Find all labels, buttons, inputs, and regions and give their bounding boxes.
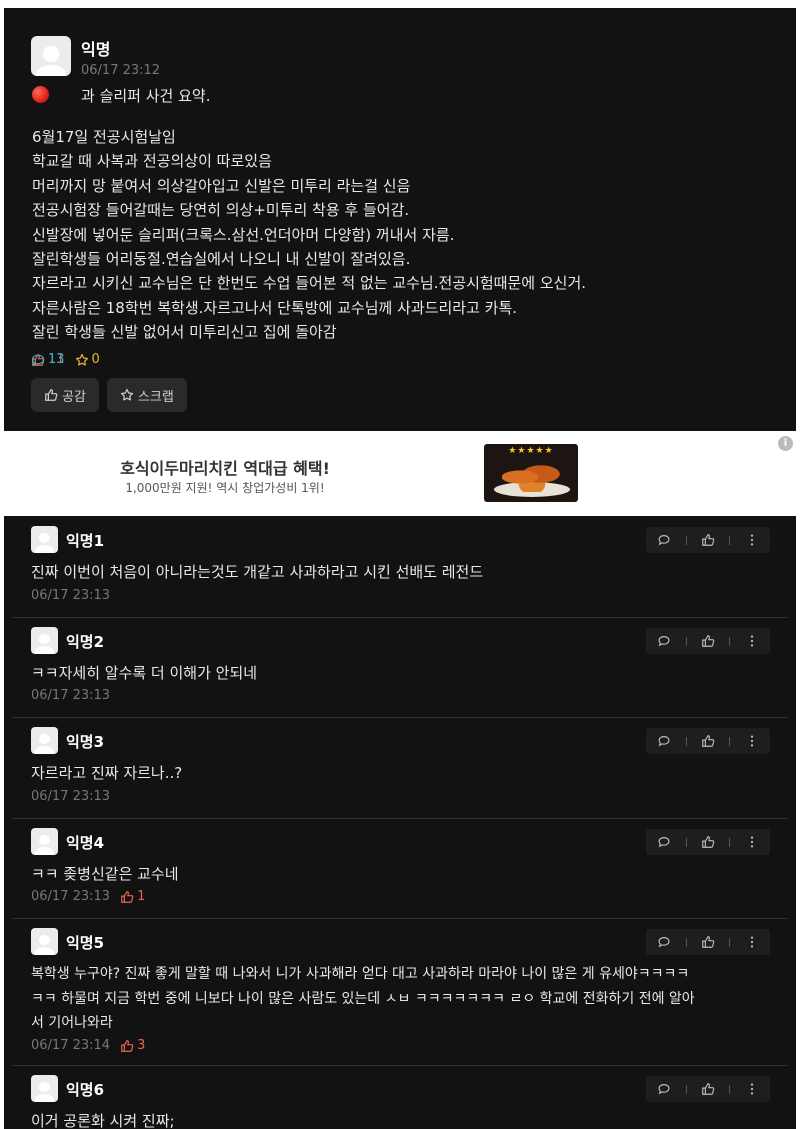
post-card: 익명 06/17 23:12 과 슬리퍼 사건 요약. 6월17일 전공시험날임…	[4, 8, 796, 431]
reply-icon[interactable]	[657, 1082, 671, 1096]
comment-count-value: 13	[48, 352, 65, 367]
speech-bubble-icon	[31, 354, 45, 366]
comment-author: 익명1	[66, 532, 105, 550]
ad-rating-stars: ★★★★★	[508, 446, 554, 456]
comment-timestamp: 06/17 23:13	[31, 688, 111, 703]
comment-timestamp: 06/17 23:13	[31, 789, 111, 804]
comment-text: 이거 공론화 시켜 진짜;	[31, 1112, 175, 1129]
comment-action-bar	[646, 1076, 770, 1102]
comment-text: ㅋㅋ 좆병신같은 교수네	[31, 865, 179, 883]
comment-like-count: 1	[120, 889, 145, 904]
thumbs-up-icon[interactable]	[701, 935, 715, 949]
comment-timestamp: 06/17 23:14	[31, 1038, 111, 1053]
more-options-icon[interactable]	[745, 935, 759, 949]
more-options-icon[interactable]	[745, 734, 759, 748]
ad-banner[interactable]: 호식이두마리치킨 역대급 혜택! 1,000만원 지원! 역시 창업가성비 1위…	[4, 431, 796, 516]
more-options-icon[interactable]	[745, 634, 759, 648]
post-body-line: 자르라고 시키신 교수님은 단 한번도 수업 들어본 적 없는 교수님.전공시험…	[32, 274, 587, 293]
comment-action-bar	[646, 527, 770, 553]
reply-icon[interactable]	[657, 734, 671, 748]
comment-action-bar	[646, 929, 770, 955]
post-author-avatar[interactable]	[31, 36, 71, 76]
comment-meta: 06/17 23:13 1	[31, 889, 145, 904]
post-body-line: 학교갈 때 사복과 전공의상이 따로있음	[32, 152, 272, 171]
reply-icon[interactable]	[657, 533, 671, 547]
post-body-line: 신발장에 넣어둔 슬리퍼(크록스.삼선.언더아머 다양함) 꺼내서 자름.	[32, 225, 455, 244]
post-actions: 공감 스크랩	[31, 378, 187, 412]
thumbs-up-icon[interactable]	[701, 533, 715, 547]
reply-icon[interactable]	[657, 935, 671, 949]
thumbs-up-icon	[121, 890, 134, 903]
comment-author: 익명5	[66, 934, 105, 952]
comment-text: 복학생 누구야? 진짜 좋게 말할 때 나와서 니가 사과해라 얻다 대고 사과…	[31, 966, 695, 1031]
comment-action-bar	[646, 728, 770, 754]
ad-chicken-image[interactable]: ★★★★★	[484, 444, 578, 502]
comment-avatar[interactable]	[31, 828, 58, 855]
thumbs-up-icon[interactable]	[701, 1082, 715, 1096]
more-options-icon[interactable]	[745, 533, 759, 547]
comment-avatar[interactable]	[31, 627, 58, 654]
comment-item: 익명6 이거 공론화 시켜 진짜;	[4, 1065, 796, 1129]
comment-like-count: 3	[120, 1038, 145, 1053]
comment-meta: 06/17 23:14 3	[31, 1038, 145, 1053]
thumbs-up-icon[interactable]	[701, 835, 715, 849]
post-body-line: 자른사람은 18학번 복학생.자르고나서 단톡방에 교수님께 사과드리라고 카톡…	[32, 298, 518, 317]
comment-list: 익명1 진짜 이번이 처음이 아니라는것도 개같고 사과하라고 시킨 선배도 레…	[4, 516, 796, 1129]
reply-icon[interactable]	[657, 634, 671, 648]
post-body-line: 6월17일 전공시험날임	[32, 128, 176, 146]
post-stats: 11 13 0	[31, 352, 100, 367]
ad-chicken	[502, 462, 562, 492]
more-options-icon[interactable]	[745, 835, 759, 849]
comment-text: 진짜 이번이 처음이 아니라는것도 개같고 사과하라고 시킨 선배도 레전드	[31, 563, 484, 581]
comment-text: 자르라고 진짜 자르나..?	[31, 764, 183, 782]
comment-action-bar	[646, 829, 770, 855]
comment-author: 익명6	[66, 1081, 105, 1099]
more-options-icon[interactable]	[745, 1082, 759, 1096]
comment-item: 익명3 자르라고 진짜 자르나..? 06/17 23:13	[4, 717, 796, 818]
like-button-label: 공감	[62, 389, 86, 405]
comment-timestamp: 06/17 23:13	[31, 889, 111, 904]
comment-avatar[interactable]	[31, 526, 58, 553]
star-icon	[120, 388, 133, 401]
thumbs-up-icon[interactable]	[701, 734, 715, 748]
post-body: 6월17일 전공시험날임 학교갈 때 사복과 전공의상이 따로있음 머리까지 망…	[32, 125, 772, 345]
post-body-line: 잘린 학생들 신발 없어서 미투리신고 집에 돌아감	[32, 323, 337, 342]
post-body-line: 머리까지 망 붙여서 의상갈아입고 신발은 미투리 라는걸 신음	[32, 176, 411, 195]
post-timestamp: 06/17 23:12	[81, 63, 161, 78]
post-body-line: 전공시험장 들어갈때는 당연히 의상+미투리 착용 후 들어감.	[32, 201, 410, 220]
comment-timestamp: 06/17 23:13	[31, 588, 111, 603]
comment-author: 익명4	[66, 834, 105, 852]
comment-author: 익명2	[66, 633, 105, 651]
comment-count: 13	[31, 352, 800, 367]
comment-action-bar	[646, 628, 770, 654]
comment-item: 익명1 진짜 이번이 처음이 아니라는것도 개같고 사과하라고 시킨 선배도 레…	[4, 516, 796, 617]
comment-meta: 06/17 23:13	[31, 688, 110, 703]
reply-icon[interactable]	[657, 835, 671, 849]
ad-info-icon[interactable]: i	[778, 436, 793, 451]
red-circle-icon	[32, 86, 49, 103]
comment-item: 익명4 ㅋㅋ 좆병신같은 교수네 06/17 23:13 1	[4, 818, 796, 918]
comment-meta: 06/17 23:13	[31, 588, 110, 603]
scrap-button-label: 스크랩	[137, 389, 174, 405]
ad-title: 호식이두마리치킨 역대급 혜택!	[120, 459, 330, 478]
ad-subtitle: 1,000만원 지원! 역시 창업가성비 1위!	[125, 481, 325, 495]
comment-text: ㅋㅋ자세히 알수록 더 이해가 안되네	[31, 664, 258, 682]
thumbs-up-icon	[45, 389, 58, 401]
comment-author: 익명3	[66, 733, 105, 751]
comment-meta: 06/17 23:13	[31, 789, 110, 804]
comment-item: 익명5 복학생 누구야? 진짜 좋게 말할 때 나와서 니가 사과해라 얻다 대…	[4, 918, 796, 1065]
post-author-name: 익명	[81, 40, 111, 59]
thumbs-up-icon	[121, 1039, 134, 1052]
scrap-button[interactable]: 스크랩	[106, 378, 187, 412]
thumbs-up-icon[interactable]	[701, 634, 715, 648]
post-body-line: 잘린학생들 어리둥절.연습실에서 나오니 내 신발이 잘려있음.	[32, 250, 411, 269]
like-button[interactable]: 공감	[31, 378, 99, 412]
comment-avatar[interactable]	[31, 1075, 58, 1102]
comment-avatar[interactable]	[31, 727, 58, 754]
post-subject: 과 슬리퍼 사건 요약.	[81, 87, 211, 105]
comment-avatar[interactable]	[31, 928, 58, 955]
comment-item: 익명2 ㅋㅋ자세히 알수록 더 이해가 안되네 06/17 23:13	[4, 617, 796, 717]
